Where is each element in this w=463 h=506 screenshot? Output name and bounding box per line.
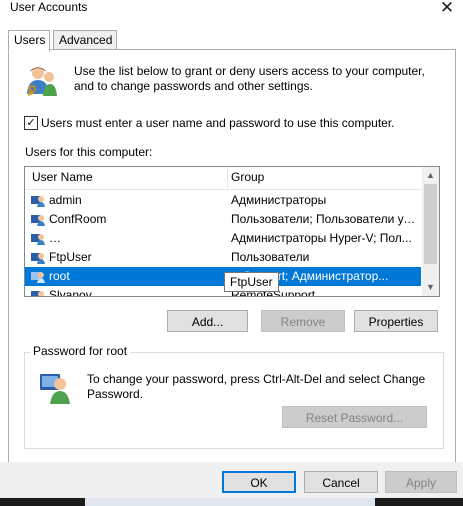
user-accounts-window: User Accounts ✕ Users Advanced Use the l…	[0, 0, 463, 506]
table-row[interactable]: ConfRoom Пользователи; Пользователи уд..…	[25, 210, 421, 229]
list-header: User Name Group	[25, 167, 421, 190]
users-list-label: Users for this computer:	[25, 145, 153, 159]
remove-button[interactable]: Remove	[261, 310, 345, 332]
column-header-username[interactable]: User Name	[32, 170, 93, 184]
table-row[interactable]: … Администраторы Hyper-V; Пол...	[25, 229, 421, 248]
password-group-title: Password for root	[30, 344, 131, 358]
require-login-checkbox[interactable]: ✓	[24, 116, 38, 130]
user-group: Администраторы Hyper-V; Пол...	[231, 231, 412, 245]
user-group: Администраторы	[231, 193, 327, 207]
user-name: root	[49, 269, 70, 283]
require-login-label[interactable]: Users must enter a user name and passwor…	[41, 116, 395, 130]
user-name: …	[49, 231, 61, 245]
user-name: ConfRoom	[49, 212, 107, 226]
column-header-group[interactable]: Group	[231, 170, 264, 184]
scrollbar-thumb[interactable]	[424, 184, 437, 264]
user-icon	[31, 289, 45, 296]
scroll-down-icon[interactable]: ▼	[422, 279, 439, 296]
table-row[interactable]: Slyanov RemoteSupport	[25, 286, 421, 297]
user-name: Slyanov	[49, 288, 92, 297]
user-icon	[31, 270, 45, 283]
tab-advanced[interactable]: Advanced	[53, 30, 117, 51]
background-window-edge	[85, 498, 375, 506]
table-row[interactable]: admin Администраторы	[25, 191, 421, 210]
scroll-up-icon[interactable]: ▲	[422, 167, 439, 184]
title-bar[interactable]: User Accounts ✕	[0, 0, 463, 22]
user-icon	[31, 194, 45, 207]
column-separator[interactable]	[227, 167, 228, 189]
user-icon	[31, 251, 45, 264]
intro-text: Use the list below to grant or deny user…	[74, 64, 425, 93]
cancel-button[interactable]: Cancel	[304, 471, 378, 493]
user-name: FtpUser	[49, 250, 92, 264]
ok-button[interactable]: OK	[222, 471, 296, 493]
tab-users[interactable]: Users	[8, 30, 50, 52]
window-title: User Accounts	[10, 0, 88, 14]
table-row-selected[interactable]: root …Support; Администратор...	[25, 267, 421, 286]
password-user-icon	[40, 372, 74, 404]
close-icon[interactable]: ✕	[437, 0, 457, 18]
user-icon	[31, 213, 45, 226]
user-group: Пользователи; Пользователи уд...	[231, 212, 419, 226]
user-icon	[31, 232, 45, 245]
user-group: Пользователи	[231, 250, 310, 264]
vertical-scrollbar[interactable]: ▲ ▼	[422, 167, 439, 296]
password-instructions: To change your password, press Ctrl-Alt-…	[87, 372, 426, 401]
apply-button[interactable]: Apply	[385, 471, 457, 493]
users-icon	[24, 64, 60, 98]
user-name: admin	[49, 193, 82, 207]
properties-button[interactable]: Properties	[354, 310, 438, 332]
checkbox-check-icon: ✓	[26, 117, 36, 129]
tooltip: FtpUser	[224, 272, 279, 292]
add-button[interactable]: Add...	[167, 310, 248, 332]
table-row[interactable]: FtpUser Пользователи	[25, 248, 421, 267]
reset-password-button[interactable]: Reset Password...	[282, 406, 427, 428]
